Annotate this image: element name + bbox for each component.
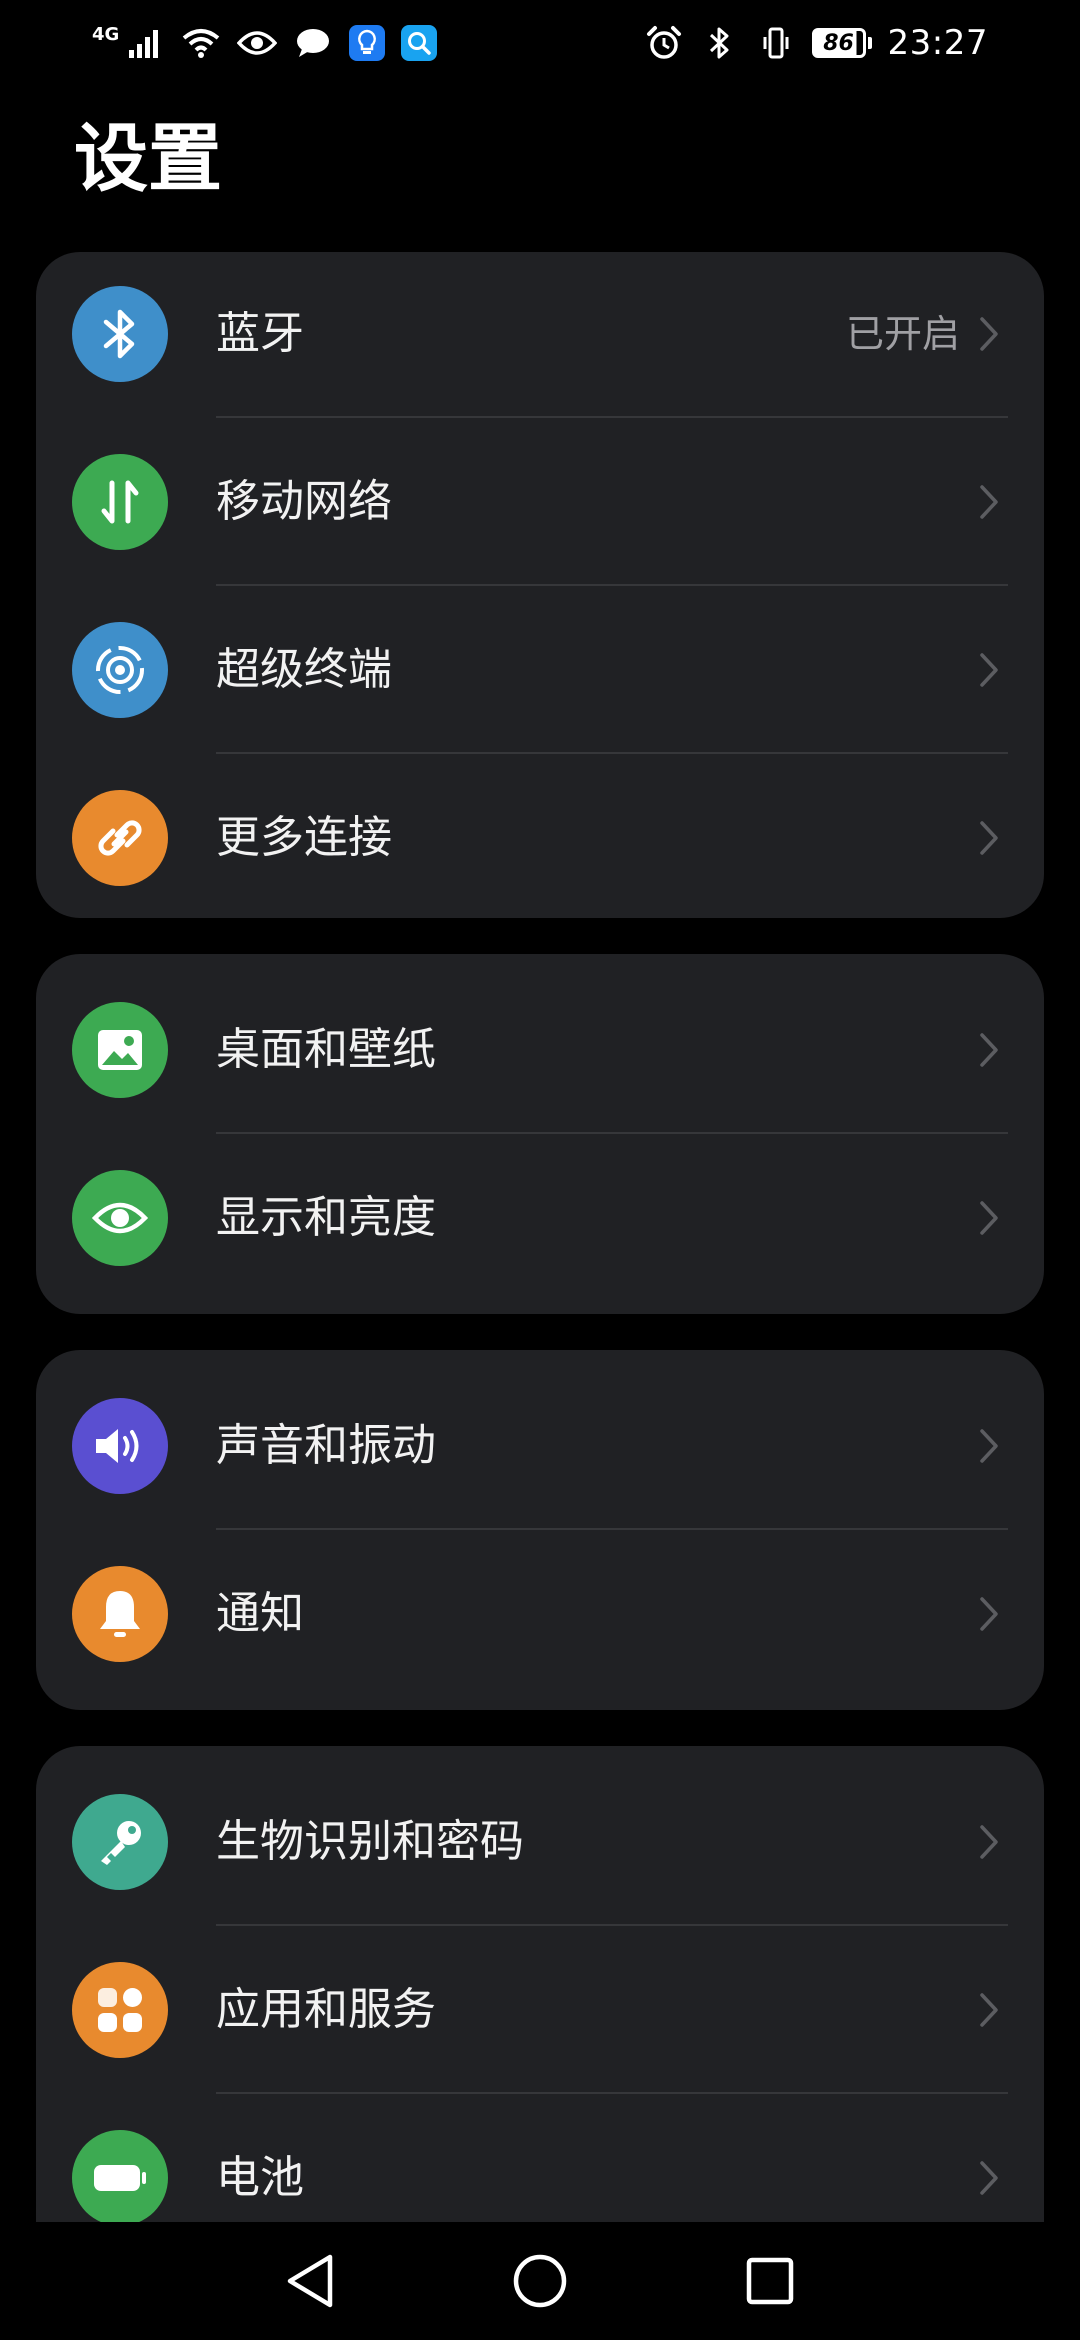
settings-item-sound-vibration[interactable]: 声音和振动 (36, 1362, 1044, 1530)
recents-square-icon (746, 2257, 794, 2305)
wifi-icon (181, 23, 221, 63)
home-circle-icon (513, 2254, 567, 2308)
settings-item-label: 桌面和壁纸 (216, 1024, 436, 1075)
eye-comfort-icon (237, 23, 278, 63)
bluetooth-status-value: 已开启 (845, 312, 960, 356)
settings-item-label: 生物识别和密码 (216, 1816, 524, 1867)
chevron-right-icon (974, 2158, 1004, 2198)
recents-button[interactable] (735, 2246, 805, 2316)
network-type-label: 4G (92, 24, 120, 45)
settings-group-security-apps: 生物识别和密码 应用和服务 电池 (36, 1746, 1044, 2266)
settings-item-label: 蓝牙 (216, 308, 304, 359)
settings-item-label: 显示和亮度 (216, 1192, 436, 1243)
chevron-right-icon (974, 482, 1004, 522)
settings-item-notifications[interactable]: 通知 (36, 1530, 1044, 1698)
super-device-icon (72, 622, 168, 718)
settings-item-biometrics-password[interactable]: 生物识别和密码 (36, 1758, 1044, 1926)
apps-icon (72, 1962, 168, 2058)
status-right: 86 23:27 (644, 23, 988, 63)
chevron-right-icon (974, 1198, 1004, 1238)
chevron-right-icon (974, 1990, 1004, 2030)
chevron-right-icon (974, 1030, 1004, 1070)
navigation-bar (0, 2222, 1080, 2340)
settings-item-display-brightness[interactable]: 显示和亮度 (36, 1134, 1044, 1302)
settings-group-sound: 声音和振动 通知 (36, 1350, 1044, 1710)
settings-item-label: 声音和振动 (216, 1420, 436, 1471)
settings-item-home-wallpaper[interactable]: 桌面和壁纸 (36, 966, 1044, 1134)
settings-item-label: 电池 (216, 2152, 304, 2203)
key-icon (72, 1794, 168, 1890)
settings-group-connectivity: 蓝牙 已开启 移动网络 超级终端 更多连接 (36, 252, 1044, 918)
bell-icon (72, 1566, 168, 1662)
wallpaper-icon (72, 1002, 168, 1098)
vibrate-icon (756, 23, 796, 63)
status-bar: 4G 86 23:27 (0, 0, 1080, 86)
chevron-right-icon (974, 314, 1004, 354)
search-app-icon (401, 25, 438, 61)
battery-indicator: 86 (811, 28, 872, 58)
bluetooth-status-icon (700, 23, 740, 63)
chevron-right-icon (974, 1594, 1004, 1634)
status-left: 4G (92, 23, 438, 63)
alarm-icon (644, 23, 684, 63)
chevron-right-icon (974, 650, 1004, 690)
settings-item-label: 超级终端 (216, 644, 392, 695)
home-button[interactable] (505, 2246, 575, 2316)
battery-level: 86 (811, 28, 866, 58)
settings-item-mobile-network[interactable]: 移动网络 (36, 418, 1044, 586)
page-title: 设置 (74, 116, 222, 202)
settings-item-super-device[interactable]: 超级终端 (36, 586, 1044, 754)
settings-item-label: 应用和服务 (216, 1984, 436, 2035)
settings-group-display: 桌面和壁纸 显示和亮度 (36, 954, 1044, 1314)
settings-item-apps-services[interactable]: 应用和服务 (36, 1926, 1044, 2094)
link-icon (72, 790, 168, 886)
settings-item-label: 移动网络 (216, 476, 392, 527)
message-icon (293, 23, 333, 63)
battery-tip (867, 37, 872, 49)
settings-item-label: 通知 (216, 1588, 304, 1639)
bluetooth-icon (72, 286, 168, 382)
mobile-data-icon (72, 454, 168, 550)
settings-item-bluetooth[interactable]: 蓝牙 已开启 (36, 250, 1044, 418)
signal-icon (125, 23, 165, 63)
speaker-icon (72, 1398, 168, 1494)
back-triangle-icon (287, 2254, 333, 2308)
clock: 23:27 (887, 23, 988, 63)
chevron-right-icon (974, 818, 1004, 858)
chevron-right-icon (974, 1426, 1004, 1466)
eye-icon (72, 1170, 168, 1266)
battery-icon (72, 2130, 168, 2226)
chevron-right-icon (974, 1822, 1004, 1862)
settings-item-more-connections[interactable]: 更多连接 (36, 754, 1044, 922)
settings-item-label: 更多连接 (216, 812, 392, 863)
app-notification-icon (349, 25, 386, 61)
back-button[interactable] (275, 2246, 345, 2316)
